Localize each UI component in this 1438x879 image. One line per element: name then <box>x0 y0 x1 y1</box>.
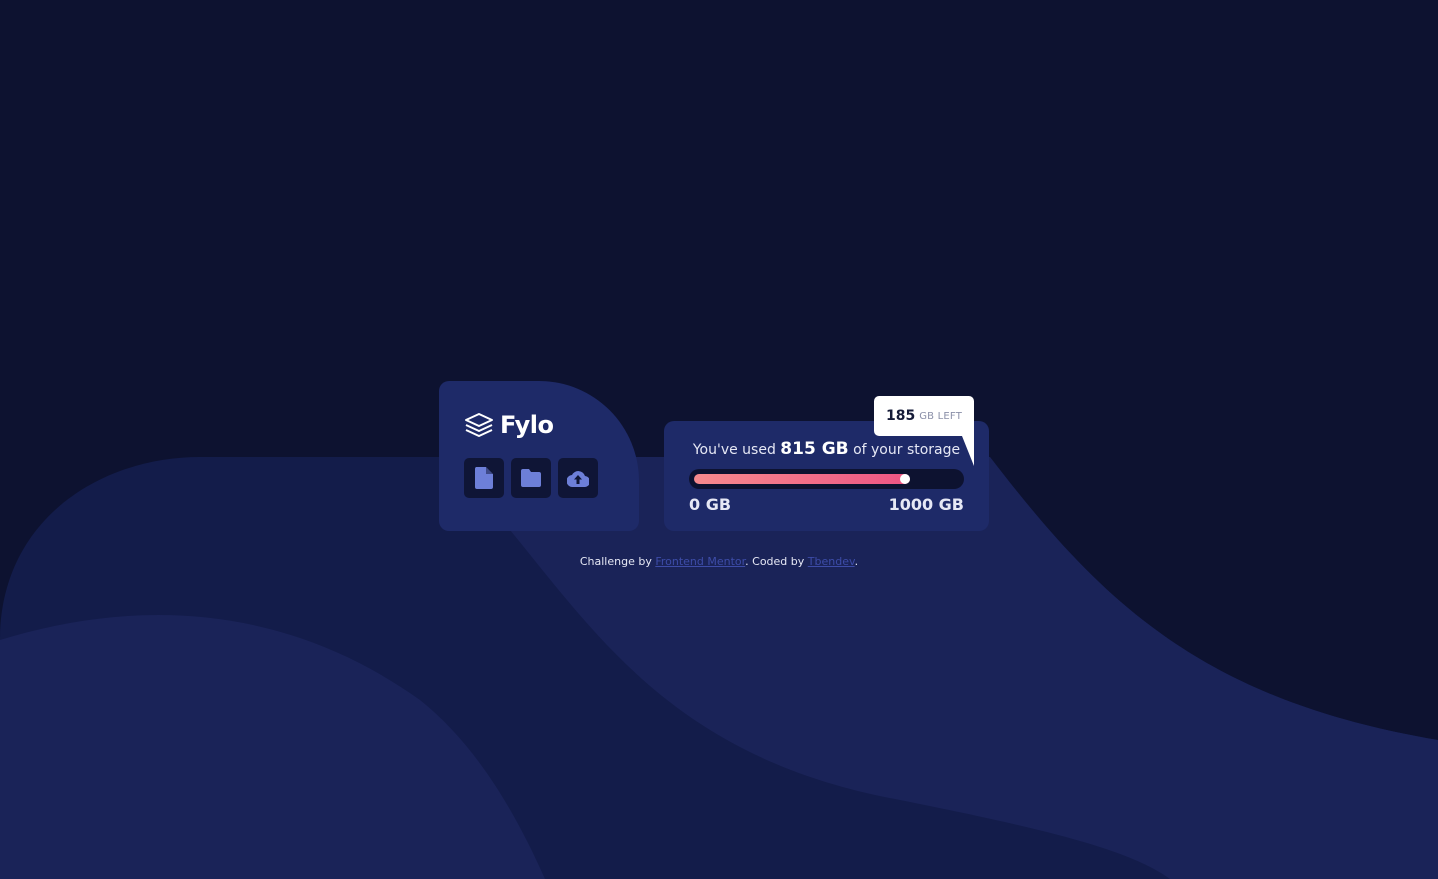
storage-progress-knob <box>900 474 910 484</box>
usage-summary: You've used 815 GB of your storage <box>664 439 989 459</box>
scale-min-label: 0 GB <box>689 495 732 514</box>
brand-name: Fylo <box>500 411 554 439</box>
upload-button[interactable] <box>558 458 598 498</box>
footer-middle: . Coded by <box>745 555 805 568</box>
layers-icon <box>465 413 493 437</box>
remaining-unit: GB LEFT <box>919 410 962 422</box>
frontend-mentor-link[interactable]: Frontend Mentor <box>655 555 745 568</box>
folder-button[interactable] <box>511 458 551 498</box>
storage-progress-bar <box>689 469 964 489</box>
author-link[interactable]: Tbendev <box>808 555 855 568</box>
document-button[interactable] <box>464 458 504 498</box>
usage-prefix: You've used <box>692 442 776 458</box>
document-icon <box>474 467 493 489</box>
attribution-footer: Challenge by Frontend Mentor. Coded by T… <box>0 555 1438 568</box>
remaining-storage-badge: 185 GB LEFT <box>874 396 974 466</box>
storage-card: You've used 815 GB of your storage 0 GB … <box>664 421 989 531</box>
scale-max-label: 1000 GB <box>888 495 964 514</box>
footer-prefix: Challenge by <box>579 555 652 568</box>
action-icons <box>464 458 598 498</box>
usage-suffix: of your storage <box>853 442 961 458</box>
upload-icon <box>567 471 589 487</box>
brand-logo: Fylo <box>464 411 554 439</box>
usage-amount: 815 GB <box>780 439 849 459</box>
folder-icon <box>521 469 541 487</box>
remaining-value: 185 <box>886 408 916 424</box>
footer-suffix: . <box>854 555 859 568</box>
storage-progress-fill <box>694 474 910 484</box>
